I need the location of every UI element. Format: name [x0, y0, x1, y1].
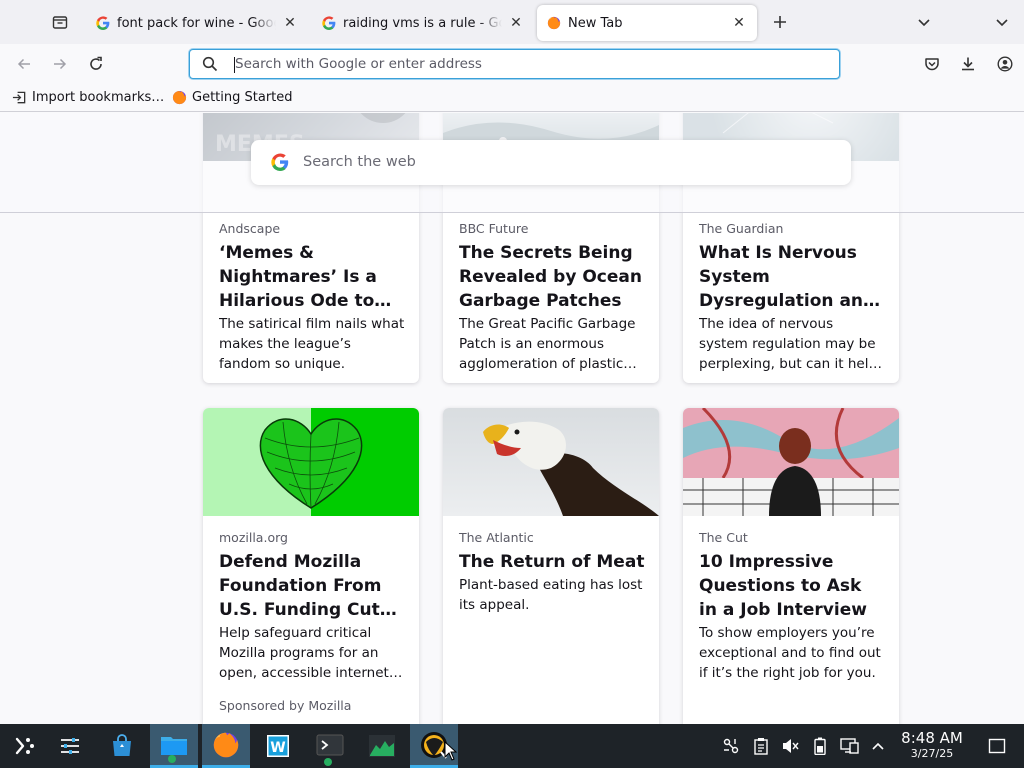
story-excerpt: The Great Pacific Garbage Patch is an en…: [459, 316, 636, 372]
story-source: BBC Future: [459, 221, 529, 236]
sponsored-label: Sponsored by Mozilla: [219, 698, 352, 713]
clock-date: 3/27/25: [910, 747, 954, 760]
network-tray-icon[interactable]: [720, 736, 742, 756]
new-tab-page: MEMES Andscape ‘Memes & Nightmares’ Is a…: [0, 113, 1024, 724]
tab-strip: font pack for wine - Google Search ✕ rai…: [0, 0, 1024, 44]
forward-arrow-icon[interactable]: [48, 52, 72, 76]
firefox-icon: [547, 16, 561, 30]
story-excerpt: The satirical film nails what makes the …: [219, 316, 405, 372]
bald-eagle-image: [483, 421, 659, 516]
bookmark-getting-started[interactable]: Getting Started: [172, 90, 293, 105]
firefox-view-icon[interactable]: [48, 10, 72, 34]
back-arrow-icon[interactable]: [12, 52, 36, 76]
story-title: Defend Mozilla Foundation From U.S. Fund…: [219, 552, 405, 620]
show-hidden-icons-chevron-icon[interactable]: [867, 736, 889, 756]
address-bar[interactable]: [189, 49, 840, 79]
close-tab-icon[interactable]: ✕: [508, 15, 524, 31]
running-indicator: [168, 755, 176, 763]
close-tab-icon[interactable]: ✕: [282, 15, 298, 31]
plasma-taskbar: W 8:48 AM 3/27/25: [0, 724, 1024, 768]
story-source: The Cut: [699, 530, 748, 545]
close-tab-icon[interactable]: ✕: [731, 15, 747, 31]
clock-time: 8:48 AM: [901, 729, 963, 747]
web-search-box[interactable]: Search the web: [251, 140, 851, 185]
tab-title: font pack for wine - Google Search: [117, 15, 276, 31]
pocket-icon[interactable]: [920, 52, 944, 76]
google-g-icon: [322, 16, 336, 30]
volume-muted-icon[interactable]: [779, 736, 801, 756]
account-icon[interactable]: [993, 52, 1017, 76]
tab-title: New Tab: [568, 15, 623, 31]
bookmark-label: Getting Started: [192, 90, 293, 105]
new-tab-plus-icon[interactable]: [768, 10, 792, 34]
story-excerpt: Plant-based eating has lost its appeal.: [459, 577, 643, 613]
story-title: ‘Memes & Nightmares’ Is a Hilarious Ode …: [219, 243, 377, 311]
story-source: The Guardian: [699, 221, 784, 236]
downloads-icon[interactable]: [956, 52, 980, 76]
sticky-search-header: Search the web: [0, 113, 1024, 213]
story-excerpt: To show employers you’re exceptional and…: [699, 625, 881, 681]
story-source: mozilla.org: [219, 530, 288, 545]
story-card[interactable]: The Cut 10 Impressive Questions to Ask i…: [683, 408, 899, 724]
bookmarks-toolbar: Import bookmarks… Getting Started: [0, 84, 1024, 112]
story-excerpt: Help safeguard critical Mozilla programs…: [219, 625, 394, 681]
window-menu-chevron-icon[interactable]: [990, 10, 1014, 34]
clipboard-icon[interactable]: [750, 736, 772, 756]
bookmark-import[interactable]: Import bookmarks…: [12, 90, 164, 105]
system-settings-icon[interactable]: [46, 724, 94, 768]
mouse-cursor-icon: [444, 741, 458, 761]
dolphin-files-icon[interactable]: [150, 724, 198, 768]
web-search-placeholder: Search the web: [303, 154, 416, 170]
tab-new-tab[interactable]: New Tab ✕: [537, 5, 757, 41]
google-g-icon: [271, 153, 289, 171]
sponsored-story-card[interactable]: mozilla.org Defend Mozilla Foundation Fr…: [203, 408, 419, 724]
tab-title: raiding vms is a rule - Google Search: [343, 15, 502, 31]
battery-icon[interactable]: [809, 736, 831, 756]
navigation-toolbar: [0, 44, 1024, 84]
job-interview-illustration: [683, 408, 899, 516]
tab-font-pack[interactable]: font pack for wine - Google Search ✕: [86, 5, 308, 41]
running-indicator: [324, 758, 332, 766]
green-heart-icon: [259, 418, 363, 509]
libreoffice-writer-icon[interactable]: W: [254, 724, 302, 768]
firefox-icon: [172, 90, 187, 105]
story-title: 10 Impressive Questions to Ask in a Job …: [699, 552, 867, 620]
reload-icon[interactable]: [84, 52, 108, 76]
story-title: The Return of Meat: [459, 552, 645, 572]
google-g-icon: [96, 16, 110, 30]
application-launcher-icon[interactable]: [0, 724, 48, 768]
story-source: Andscape: [219, 221, 281, 236]
story-source: The Atlantic: [459, 530, 534, 545]
story-excerpt: The idea of nervous system regulation ma…: [699, 316, 878, 372]
discover-store-icon[interactable]: [98, 724, 146, 768]
list-all-tabs-chevron-icon[interactable]: [912, 10, 936, 34]
story-thumbnail: [203, 408, 419, 516]
show-desktop-icon[interactable]: [986, 736, 1008, 756]
display-configuration-icon[interactable]: [839, 736, 861, 756]
story-title: The Secrets Being Revealed by Ocean Garb…: [459, 243, 642, 311]
story-thumbnail: [443, 408, 659, 516]
tab-raiding-vms[interactable]: raiding vms is a rule - Google Search ✕: [312, 5, 534, 41]
system-monitor-icon[interactable]: [358, 724, 406, 768]
import-icon: [12, 90, 27, 105]
search-icon: [202, 56, 218, 72]
story-card[interactable]: The Atlantic The Return of Meat Plant-ba…: [443, 408, 659, 724]
firefox-icon[interactable]: [202, 724, 250, 768]
url-input[interactable]: [235, 53, 825, 75]
svg-text:W: W: [270, 740, 285, 756]
digital-clock[interactable]: 8:48 AM 3/27/25: [894, 730, 970, 761]
story-title: What Is Nervous System Dysregulation and…: [699, 243, 876, 311]
story-thumbnail: [683, 408, 899, 516]
konsole-terminal-icon[interactable]: [306, 724, 354, 768]
bookmark-label: Import bookmarks…: [32, 90, 165, 105]
